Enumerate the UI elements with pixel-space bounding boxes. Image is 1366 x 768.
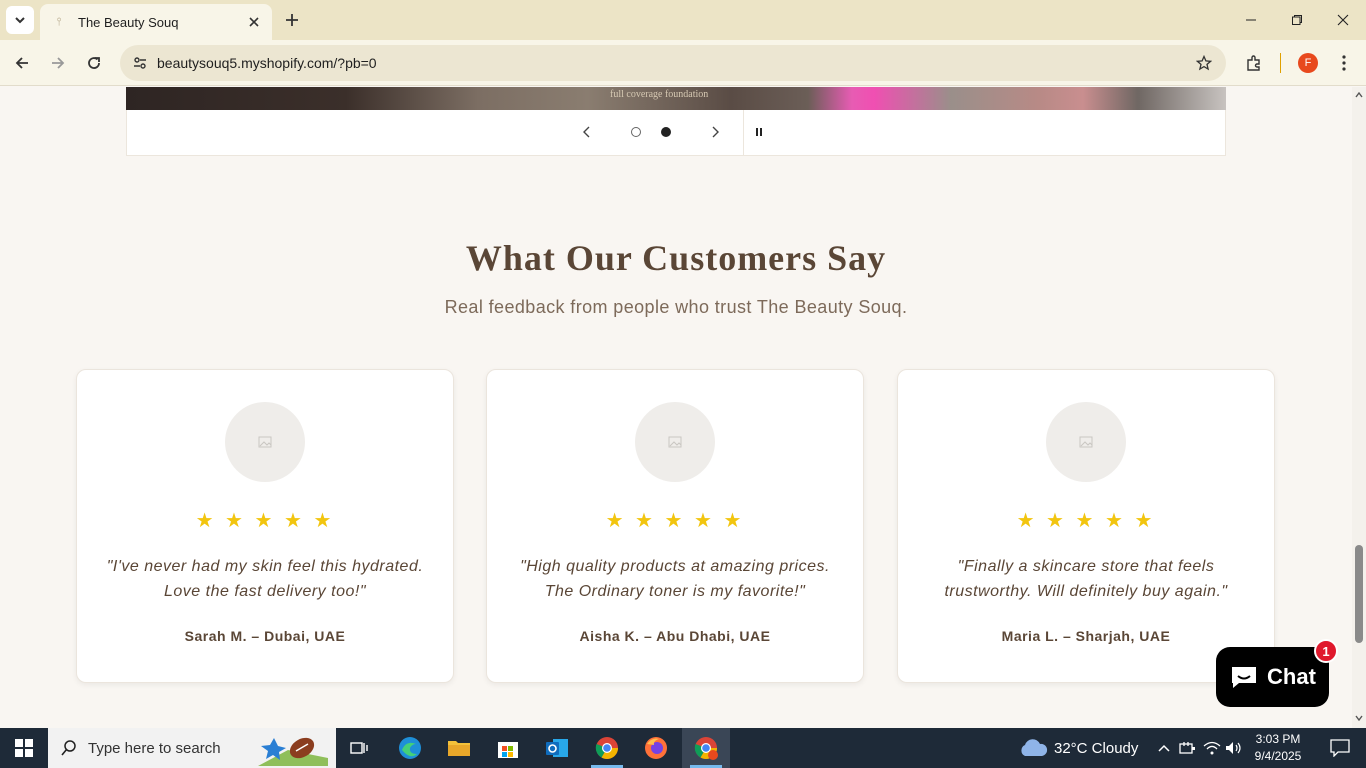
- cloud-icon: [1021, 739, 1048, 756]
- image-placeholder-icon: [1079, 436, 1093, 448]
- chevron-up-icon[interactable]: [1154, 738, 1174, 758]
- forward-icon[interactable]: [44, 49, 72, 77]
- site-info-icon[interactable]: [128, 51, 152, 75]
- task-view-icon[interactable]: [336, 728, 384, 768]
- window-close-icon[interactable]: [1320, 0, 1366, 40]
- controls-divider: [743, 110, 744, 156]
- star-rating: ★ ★ ★ ★ ★: [1016, 510, 1156, 532]
- chrome-icon[interactable]: [583, 728, 631, 768]
- tab-strip: ⫯ The Beauty Souq: [0, 0, 1366, 40]
- chat-label: Chat: [1267, 664, 1316, 689]
- testimonials-subtitle: Real feedback from people who trust The …: [444, 297, 908, 317]
- testimonial-quote: "I've never had my skin feel this hydrat…: [106, 558, 424, 600]
- battery-icon[interactable]: [1178, 738, 1198, 758]
- clock-time: 3:03 PM: [1255, 732, 1301, 746]
- dot-active: [661, 127, 671, 137]
- weather-text: 32°C Cloudy: [1054, 739, 1139, 757]
- favicon-icon: ⫯: [56, 15, 62, 28]
- slide-dot-1[interactable]: [627, 123, 645, 141]
- search-icon: [61, 740, 76, 756]
- scroll-up-icon[interactable]: [1354, 90, 1364, 100]
- next-slide-icon[interactable]: [705, 122, 725, 142]
- slide-caption: full coverage foundation: [610, 89, 709, 100]
- windows-taskbar: Type here to search 32°C Cloudy 3:03 PM …: [0, 728, 1366, 768]
- page-viewport: full coverage foundation What Our Custom…: [0, 87, 1352, 728]
- active-tab[interactable]: ⫯ The Beauty Souq: [40, 4, 272, 40]
- chat-notification-badge: 1: [1314, 639, 1338, 663]
- outlook-icon[interactable]: [533, 728, 581, 768]
- football-widget-icon: [258, 737, 328, 766]
- dot-inactive: [631, 127, 641, 137]
- testimonial-author: Maria L. – Sharjah, UAE: [1001, 628, 1171, 644]
- page-scrollbar[interactable]: [1352, 87, 1366, 728]
- tab-title: The Beauty Souq: [78, 14, 179, 30]
- chat-button[interactable]: Chat 1: [1216, 639, 1338, 707]
- menu-kebab-icon[interactable]: [1330, 49, 1358, 77]
- image-placeholder-icon: [258, 436, 272, 448]
- wifi-icon[interactable]: [1202, 738, 1222, 758]
- store-icon[interactable]: [484, 728, 532, 768]
- firefox-icon[interactable]: [632, 728, 680, 768]
- new-tab-icon[interactable]: [280, 8, 304, 32]
- notification-icon[interactable]: [1320, 728, 1360, 768]
- search-placeholder: Type here to search: [88, 739, 221, 757]
- pause-icon[interactable]: [749, 122, 769, 142]
- reload-icon[interactable]: [80, 49, 108, 77]
- profile-avatar[interactable]: F: [1294, 49, 1322, 77]
- prev-slide-icon[interactable]: [577, 122, 597, 142]
- volume-icon[interactable]: [1224, 738, 1244, 758]
- profile-initial: F: [1298, 53, 1318, 73]
- image-placeholder-icon: [668, 436, 682, 448]
- taskbar-search[interactable]: Type here to search: [48, 728, 336, 768]
- slideshow-image: full coverage foundation: [126, 87, 1226, 110]
- file-explorer-icon[interactable]: [435, 728, 483, 768]
- toolbar-separator: [1280, 53, 1281, 73]
- star-rating: ★ ★ ★ ★ ★: [195, 510, 335, 532]
- back-icon[interactable]: [8, 49, 36, 77]
- chrome-profile-icon[interactable]: [682, 728, 730, 768]
- avatar: [635, 402, 715, 482]
- testimonial-card: ★ ★ ★ ★ ★ "High quality products at amaz…: [486, 369, 864, 683]
- scrollbar-thumb[interactable]: [1355, 545, 1363, 643]
- url-text: beautysouq5.myshopify.com/?pb=0: [157, 55, 377, 71]
- system-clock[interactable]: 3:03 PM 9/4/2025: [1246, 731, 1310, 765]
- star-rating: ★ ★ ★ ★ ★: [605, 510, 745, 532]
- testimonial-card: ★ ★ ★ ★ ★ "I've never had my skin feel t…: [76, 369, 454, 683]
- clock-date: 9/4/2025: [1254, 749, 1302, 763]
- browser-toolbar: beautysouq5.myshopify.com/?pb=0 F: [0, 40, 1366, 86]
- address-bar[interactable]: beautysouq5.myshopify.com/?pb=0: [120, 45, 1226, 81]
- close-tab-icon[interactable]: [244, 12, 264, 32]
- minimize-icon[interactable]: [1228, 0, 1274, 40]
- scroll-down-icon[interactable]: [1354, 713, 1364, 723]
- restore-icon[interactable]: [1274, 0, 1320, 40]
- testimonials-title: What Our Customers Say: [465, 238, 887, 278]
- avatar: [225, 402, 305, 482]
- start-windows-icon[interactable]: [0, 728, 48, 768]
- testimonial-card: ★ ★ ★ ★ ★ "Finally a skincare store that…: [897, 369, 1275, 683]
- bookmark-star-icon[interactable]: [1192, 51, 1216, 75]
- tab-search-icon[interactable]: [6, 6, 34, 34]
- slideshow-controls: [126, 110, 1226, 156]
- avatar: [1046, 402, 1126, 482]
- testimonial-author: Sarah M. – Dubai, UAE: [184, 628, 346, 644]
- extensions-icon[interactable]: [1240, 49, 1268, 77]
- testimonial-quote: "High quality products at amazing prices…: [520, 558, 830, 600]
- testimonial-author: Aisha K. – Abu Dhabi, UAE: [579, 628, 771, 644]
- edge-icon[interactable]: [386, 728, 434, 768]
- slide-dot-2[interactable]: [657, 123, 675, 141]
- chat-bubble-icon: [1232, 667, 1257, 688]
- testimonial-quote: "Finally a skincare store that feels tru…: [944, 558, 1228, 600]
- weather-widget[interactable]: 32°C Cloudy: [1018, 728, 1138, 768]
